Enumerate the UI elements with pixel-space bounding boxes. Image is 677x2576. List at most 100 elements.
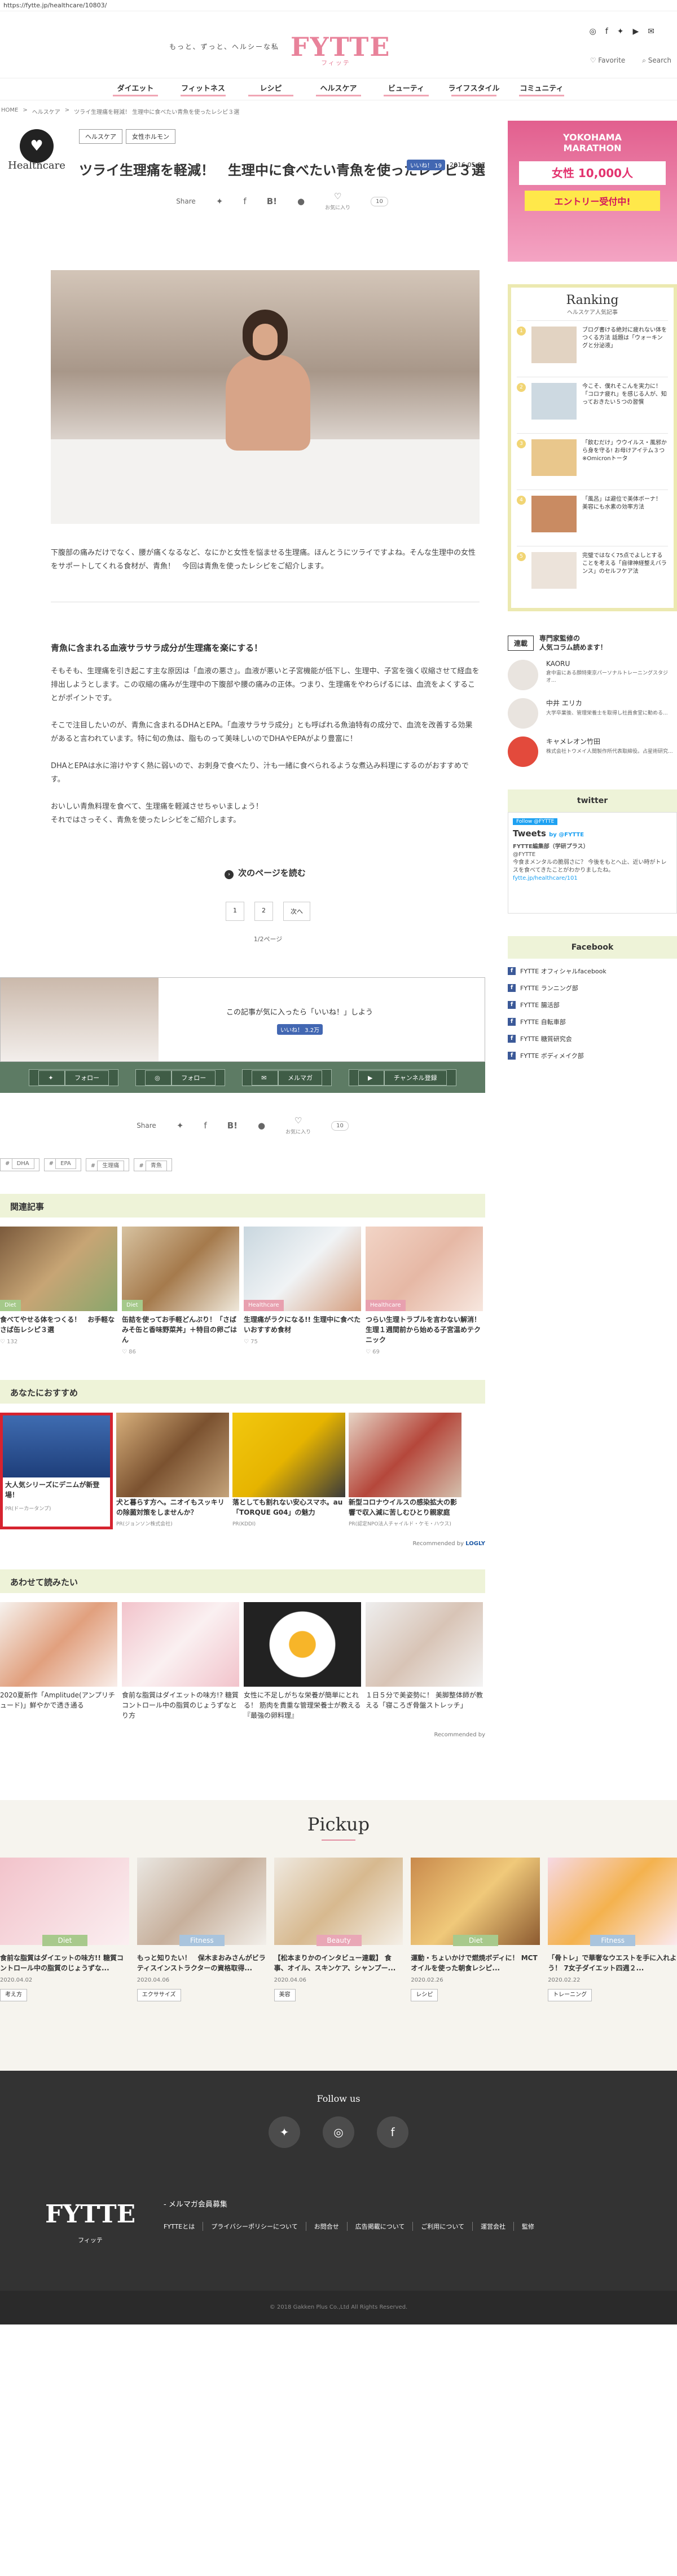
- fb-link[interactable]: f FYTTE オフィシャルfacebook: [508, 967, 677, 976]
- related-heading: 関連記事: [0, 1194, 485, 1218]
- footer-link-supervision[interactable]: 監修: [513, 2222, 542, 2231]
- fb-link[interactable]: f FYTTE ボディメイク部: [508, 1051, 677, 1060]
- crumb-home[interactable]: HOME: [1, 107, 18, 114]
- pickup-card[interactable]: Fitness もっと知りたい！ 保木まおみさんがビラティスインストラクターの資格…: [137, 1858, 266, 2001]
- facebook-icon[interactable]: f: [605, 27, 608, 36]
- nav-community[interactable]: コミュニティ: [508, 78, 575, 100]
- ranking-item[interactable]: 2 今こそ、僕れそこんを実力に！ 「コロナ疲れ」を感じる人が、知っておきたい５つの…: [517, 377, 668, 433]
- ranking-item[interactable]: 5 完璧ではなく75点でよしとすることを考える「自律神経整えバランス」のセルフケア…: [517, 546, 668, 602]
- twitter-follow-button[interactable]: Follow @FYTTE: [513, 818, 558, 825]
- favorite-link[interactable]: ♡ Favorite: [590, 56, 626, 65]
- tag-epa[interactable]: # EPA: [43, 1158, 81, 1171]
- page-1[interactable]: 1: [226, 902, 244, 921]
- also-read-card[interactable]: 2020夏新作「Amplitude(アンプリチュード)」鮮やかで透き通る: [0, 1602, 117, 1721]
- related-card[interactable]: Diet 缶詰を使ってお手軽どんぶり！「さばみそ缶と香味野菜丼」＋特目の卵ごはん ♡…: [122, 1227, 239, 1357]
- mail-icon[interactable]: ✉: [648, 27, 654, 36]
- recommend-card[interactable]: 犬と暮らす方へ。ニオイもスッキリの除菌対策をしませんか？ PR(ジョンソン株式会社…: [116, 1413, 229, 1529]
- pickup-card[interactable]: Diet 運動・ちょいかけで燃焼ボディに！ MCTオイルを使った朝食レシピ... 2…: [411, 1858, 540, 2001]
- instagram-icon[interactable]: ◎: [323, 2116, 354, 2148]
- url-bar[interactable]: https://fytte.jp/healthcare/10803/: [0, 0, 677, 11]
- site-logo[interactable]: FYTTE フィッテ: [291, 34, 389, 67]
- footer-link-contact[interactable]: お問合せ: [305, 2222, 347, 2231]
- next-page-link[interactable]: › 次のページを読む: [51, 867, 480, 879]
- recommend-card[interactable]: 落としても割れない安心スマホ。au「TORQUE G04」の魅力 PR(KDDI): [232, 1413, 345, 1529]
- sidebar-ad[interactable]: YOKOHAMA MARATHON 女性 10,000人 エントリー受付中!: [508, 121, 677, 262]
- pickup-tag[interactable]: 考え方: [0, 1989, 27, 2001]
- crumb-healthcare[interactable]: ヘルスケア: [32, 107, 60, 116]
- like-box-button[interactable]: いいね！ 3.2万: [277, 1024, 323, 1035]
- hatena-share-icon[interactable]: B!: [267, 196, 277, 206]
- columnist[interactable]: キャメレオン竹田 株式会社トウメイ人間製作所代表取締役。占星術研究...: [508, 736, 677, 767]
- also-read-card[interactable]: 女性に不足しがちな栄養が簡単にとれる！ 筋肉を貴重な管理栄養士が教える『最強の卵…: [244, 1602, 361, 1721]
- favorite-button[interactable]: ♡ お気に入り: [285, 1115, 311, 1136]
- tag-blue-fish[interactable]: # 青魚: [134, 1158, 172, 1171]
- columnist[interactable]: 中井 エリカ 大学卒業後、管理栄養士を取得し社員食堂に勤める...: [508, 698, 677, 729]
- fb-link[interactable]: f FYTTE 腸活部: [508, 1000, 677, 1009]
- columnist[interactable]: KAORU 倉中宙にある顔特東京パーソナルトレーニングスタジオ...: [508, 660, 677, 690]
- youtube-icon[interactable]: ▶: [632, 27, 639, 36]
- twitter-follow-button[interactable]: ✦ フォロー: [29, 1069, 119, 1086]
- page-2[interactable]: 2: [254, 902, 273, 921]
- pickup-card[interactable]: Beauty 【松本まりかのインタビュー連載】 食事、オイル、スキンケア、シャンプ…: [274, 1858, 403, 2001]
- footer-link-terms[interactable]: ご利用について: [412, 2222, 472, 2231]
- facebook-icon[interactable]: f: [377, 2116, 408, 2148]
- nav-beauty[interactable]: ビューティ: [372, 78, 440, 100]
- footer-link-about[interactable]: FYTTEとは: [164, 2222, 203, 2231]
- pickup-tag[interactable]: 美容: [274, 1989, 296, 2001]
- also-read-card[interactable]: 食前な脂質はダイエットの味方!? 糖質コントロール中の脂質のじょうずなとり方: [122, 1602, 239, 1721]
- line-share-icon[interactable]: ●: [297, 196, 305, 206]
- youtube-subscribe-button[interactable]: ▶ チャンネル登録: [348, 1069, 456, 1086]
- nav-lifestyle[interactable]: ライフスタイル: [440, 78, 508, 100]
- nav-fitness[interactable]: フィットネス: [169, 78, 237, 100]
- facebook-share-icon[interactable]: f: [243, 196, 246, 206]
- footer-link-ads[interactable]: 広告掲載について: [346, 2222, 413, 2231]
- pickup-card[interactable]: Fitness 「骨トレ」で華奢なウエストを手に入れよう！ 7女子ダイエット四週２…: [548, 1858, 677, 2001]
- newsletter-button[interactable]: ✉ メルマガ: [242, 1069, 332, 1086]
- site-header: もっと、ずっと、ヘルシーな私 FYTTE フィッテ ◎ f ✦ ▶ ✉ ♡ Fav…: [0, 11, 677, 67]
- tweet[interactable]: FYTTE編集部（学研プラス） @FYTTE 今食まメンタルの脆弱さに？ 今後をもと…: [513, 843, 672, 883]
- recommend-card[interactable]: 大人気シリーズにデニムが新登場！ PR(ドーカータンプ): [0, 1413, 113, 1529]
- tag-period-pain[interactable]: # 生理痛: [85, 1158, 130, 1171]
- related-card[interactable]: Diet 食べてやせる体をつくる！ お手軽なさば缶レシピ３選 ♡ 132: [0, 1227, 117, 1357]
- pickup-tag[interactable]: エクササイズ: [137, 1989, 181, 2001]
- instagram-icon[interactable]: ◎: [590, 27, 596, 36]
- tag-dha[interactable]: # DHA: [0, 1158, 39, 1171]
- twitter-share-icon[interactable]: ✦: [216, 196, 223, 206]
- instagram-follow-button[interactable]: ◎ フォロー: [135, 1069, 226, 1086]
- search-link[interactable]: ⌕ Search: [642, 56, 671, 65]
- pickup-tag[interactable]: トレーニング: [548, 1989, 592, 2001]
- tag-healthcare[interactable]: ヘルスケア: [79, 129, 122, 144]
- related-card[interactable]: Healthcare つらい生理トラブルを言わない解消！生理１週間前から始める子宮…: [366, 1227, 483, 1357]
- nav-recipe[interactable]: レシピ: [237, 78, 305, 100]
- recommend-card[interactable]: 新型コロナウイルスの感染拡大の影響で収入減に苦しむひとり親家庭 PR(認定NPO法…: [349, 1413, 461, 1529]
- footer-link-privacy[interactable]: プライバシーポリシーについて: [203, 2222, 305, 2231]
- also-read-card[interactable]: １日５分で美姿勢に！ 美脚整体師が教える「寝ころぎ骨盤ストレッチ」: [366, 1602, 483, 1721]
- pickup-title: Pickup: [0, 1800, 677, 1841]
- fb-link[interactable]: f FYTTE 自転車部: [508, 1017, 677, 1026]
- twitter-share-icon[interactable]: ✦: [177, 1121, 184, 1131]
- fb-link[interactable]: f FYTTE 糖質研究会: [508, 1034, 677, 1043]
- fb-link[interactable]: f FYTTE ランニング部: [508, 983, 677, 993]
- facebook-share-icon[interactable]: f: [204, 1121, 206, 1131]
- ranking-item[interactable]: 3 「飲むだけ」ウウイルス・風邪から身を守る! お母けアイテム３つ ※Omicro…: [517, 433, 668, 489]
- page-next[interactable]: 次へ: [283, 902, 310, 921]
- nav-diet[interactable]: ダイエット: [102, 78, 169, 100]
- twitter-icon[interactable]: ✦: [617, 27, 624, 36]
- newsletter-link[interactable]: - メルマガ会員募集: [164, 2198, 227, 2209]
- footer-links: FYTTEとは プライバシーポリシーについて お問合せ 広告掲載について ご利用…: [164, 2222, 542, 2231]
- favorite-button[interactable]: ♡ お気に入り: [325, 191, 350, 211]
- nav-healthcare[interactable]: ヘルスケア: [305, 78, 372, 100]
- copyright: © 2018 Gakken Plus Co.,Ltd All Rights Re…: [0, 2291, 677, 2324]
- fb-like-button[interactable]: いいね！ 19: [407, 160, 446, 170]
- pickup-tag[interactable]: レシピ: [411, 1989, 438, 2001]
- footer-link-company[interactable]: 運営会社: [472, 2222, 513, 2231]
- ranking-item[interactable]: 1 ブログ書ける絶対に疲れない体をつくる方法 話題は「ウォーキングと分泌液」: [517, 320, 668, 377]
- tag-hormone[interactable]: 女性ホルモン: [126, 129, 175, 144]
- hatena-share-icon[interactable]: B!: [227, 1121, 238, 1131]
- ranking-item[interactable]: 4 「風呂」は避位で美体ボーナ！ 美容にも水素の効率方法: [517, 489, 668, 546]
- pickup-card[interactable]: Diet 食前な脂質はダイエットの味方!! 糖質コントロール中の脂質のじょうずな.…: [0, 1858, 129, 2001]
- twitter-icon[interactable]: ✦: [269, 2116, 300, 2148]
- line-share-icon[interactable]: ●: [258, 1121, 265, 1131]
- footer-logo[interactable]: FYTTE フィッテ: [45, 2202, 135, 2253]
- related-card[interactable]: Healthcare 生理痛がラクになる!! 生理中に食べたいおすすめ食材 ♡ 75: [244, 1227, 361, 1357]
